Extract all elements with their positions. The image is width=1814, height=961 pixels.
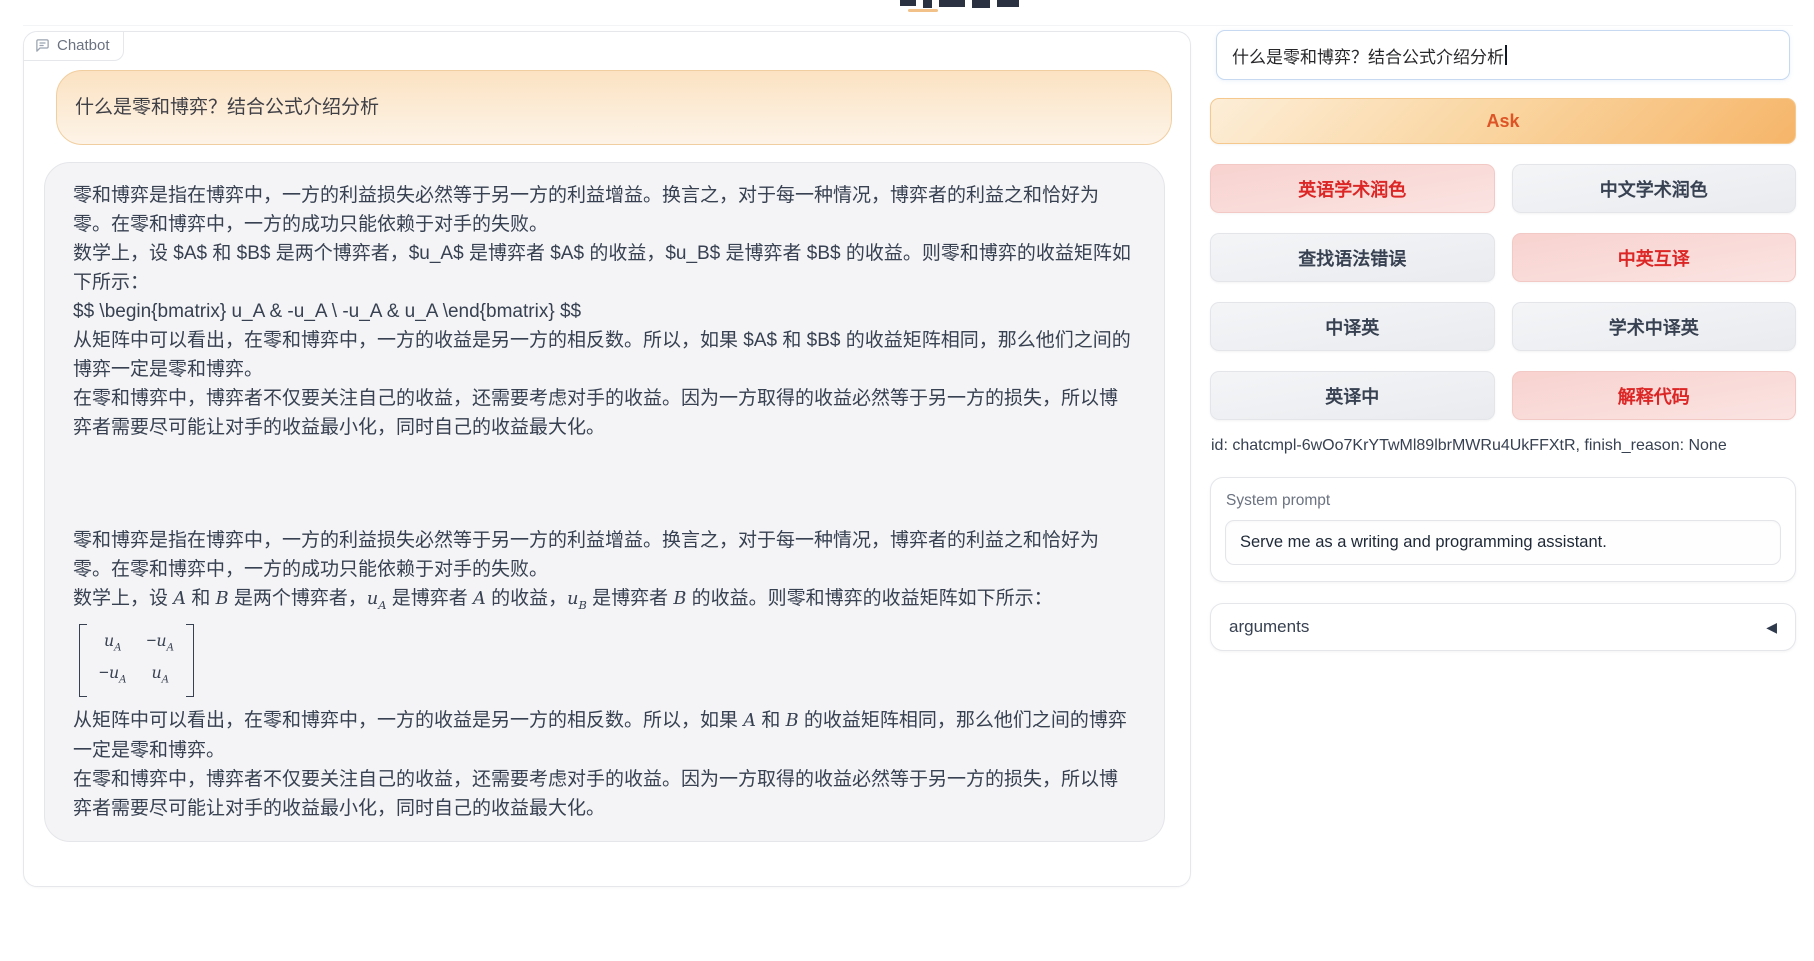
system-prompt-group: System prompt Serve me as a writing and … bbox=[1210, 477, 1796, 582]
bot-message-rendered-line: 在零和博弈中，博弈者不仅要关注自己的收益，还需要考虑对手的收益。因为一方取得的收… bbox=[73, 765, 1136, 823]
user-message-text: 什么是零和博弈？结合公式介绍分析 bbox=[75, 97, 379, 118]
matrix-cell: uA bbox=[99, 628, 126, 660]
bot-message-raw-line: $$ \begin{bmatrix} u_A & -u_A \ -u_A & u… bbox=[73, 297, 1136, 326]
quick-action-button-7[interactable]: 解释代码 bbox=[1512, 371, 1797, 420]
system-prompt-label: System prompt bbox=[1211, 478, 1795, 510]
quick-action-button-3[interactable]: 中英互译 bbox=[1512, 233, 1797, 282]
bot-message-rendered-line: 零和博弈是指在博弈中，一方的利益损失必然等于另一方的利益增益。换言之，对于每一种… bbox=[73, 526, 1136, 584]
quick-action-button-5[interactable]: 学术中译英 bbox=[1512, 302, 1797, 351]
accordion-collapse-icon[interactable]: ◀ bbox=[1766, 619, 1777, 636]
completion-id: id: chatcmpl-6wOo7KrYTwMl89lbrMWRu4UkFFX… bbox=[1211, 437, 1727, 455]
user-message-bubble: 什么是零和博弈？结合公式介绍分析 bbox=[56, 70, 1172, 145]
quick-action-button-2[interactable]: 查找语法错误 bbox=[1210, 233, 1495, 282]
chatbot-label: Chatbot bbox=[24, 32, 124, 61]
bot-message-rendered-line: 从矩阵中可以看出，在零和博弈中，一方的收益是另一方的相反数。所以，如果 A 和 … bbox=[73, 706, 1136, 765]
divider bbox=[23, 25, 1793, 26]
question-input-value: 什么是零和博弈？结合公式介绍分析 bbox=[1232, 43, 1504, 68]
bot-message-raw-line: 数学上，设 $A$ 和 $B$ 是两个博弈者，$u_A$ 是博弈者 $A$ 的收… bbox=[73, 239, 1136, 297]
bot-message-bubble: 零和博弈是指在博弈中，一方的利益损失必然等于另一方的利益增益。换言之，对于每一种… bbox=[44, 162, 1165, 842]
bot-message-raw-line: 在零和博弈中，博弈者不仅要关注自己的收益，还需要考虑对手的收益。因为一方取得的收… bbox=[73, 384, 1136, 442]
quick-action-button-6[interactable]: 英译中 bbox=[1210, 371, 1495, 420]
quick-action-button-0[interactable]: 英语学术润色 bbox=[1210, 164, 1495, 213]
chatbot-label-text: Chatbot bbox=[57, 37, 110, 54]
matrix-cell: uA bbox=[146, 660, 173, 692]
matrix-cell: −uA bbox=[146, 628, 173, 660]
ask-button[interactable]: Ask bbox=[1210, 98, 1796, 144]
bot-message-rendered-line: 数学上，设 A 和 B 是两个博弈者，uA 是博弈者 A 的收益，uB 是博弈者… bbox=[73, 584, 1136, 620]
chatbot-panel[interactable]: Chatbot 什么是零和博弈？结合公式介绍分析 零和博弈是指在博弈中，一方的利… bbox=[23, 31, 1191, 887]
text-cursor bbox=[1505, 45, 1507, 65]
chat-bubble-icon bbox=[35, 38, 50, 53]
question-input[interactable]: 什么是零和博弈？结合公式介绍分析 bbox=[1216, 30, 1790, 80]
bot-message-raw-line: 从矩阵中可以看出，在零和博弈中，一方的收益是另一方的相反数。所以，如果 $A$ … bbox=[73, 326, 1136, 384]
message-part-gap bbox=[73, 442, 1136, 526]
system-prompt-value: Serve me as a writing and programming as… bbox=[1240, 533, 1607, 552]
payoff-matrix: uA−uA−uAuA bbox=[79, 624, 194, 697]
bot-message-raw-line: 零和博弈是指在博弈中，一方的利益损失必然等于另一方的利益增益。换言之，对于每一种… bbox=[73, 181, 1136, 239]
matrix-cell: −uA bbox=[99, 660, 126, 692]
page-title-clipped bbox=[900, 0, 1040, 9]
quick-action-button-4[interactable]: 中译英 bbox=[1210, 302, 1495, 351]
quick-action-button-1[interactable]: 中文学术润色 bbox=[1512, 164, 1797, 213]
system-prompt-input[interactable]: Serve me as a writing and programming as… bbox=[1225, 520, 1781, 565]
accordion-label: arguments bbox=[1229, 617, 1309, 637]
arguments-accordion[interactable]: arguments ◀ bbox=[1210, 603, 1796, 651]
title-underline bbox=[908, 9, 938, 12]
quick-actions-grid: 英语学术润色中文学术润色查找语法错误中英互译中译英学术中译英英译中解释代码 bbox=[1210, 164, 1796, 420]
